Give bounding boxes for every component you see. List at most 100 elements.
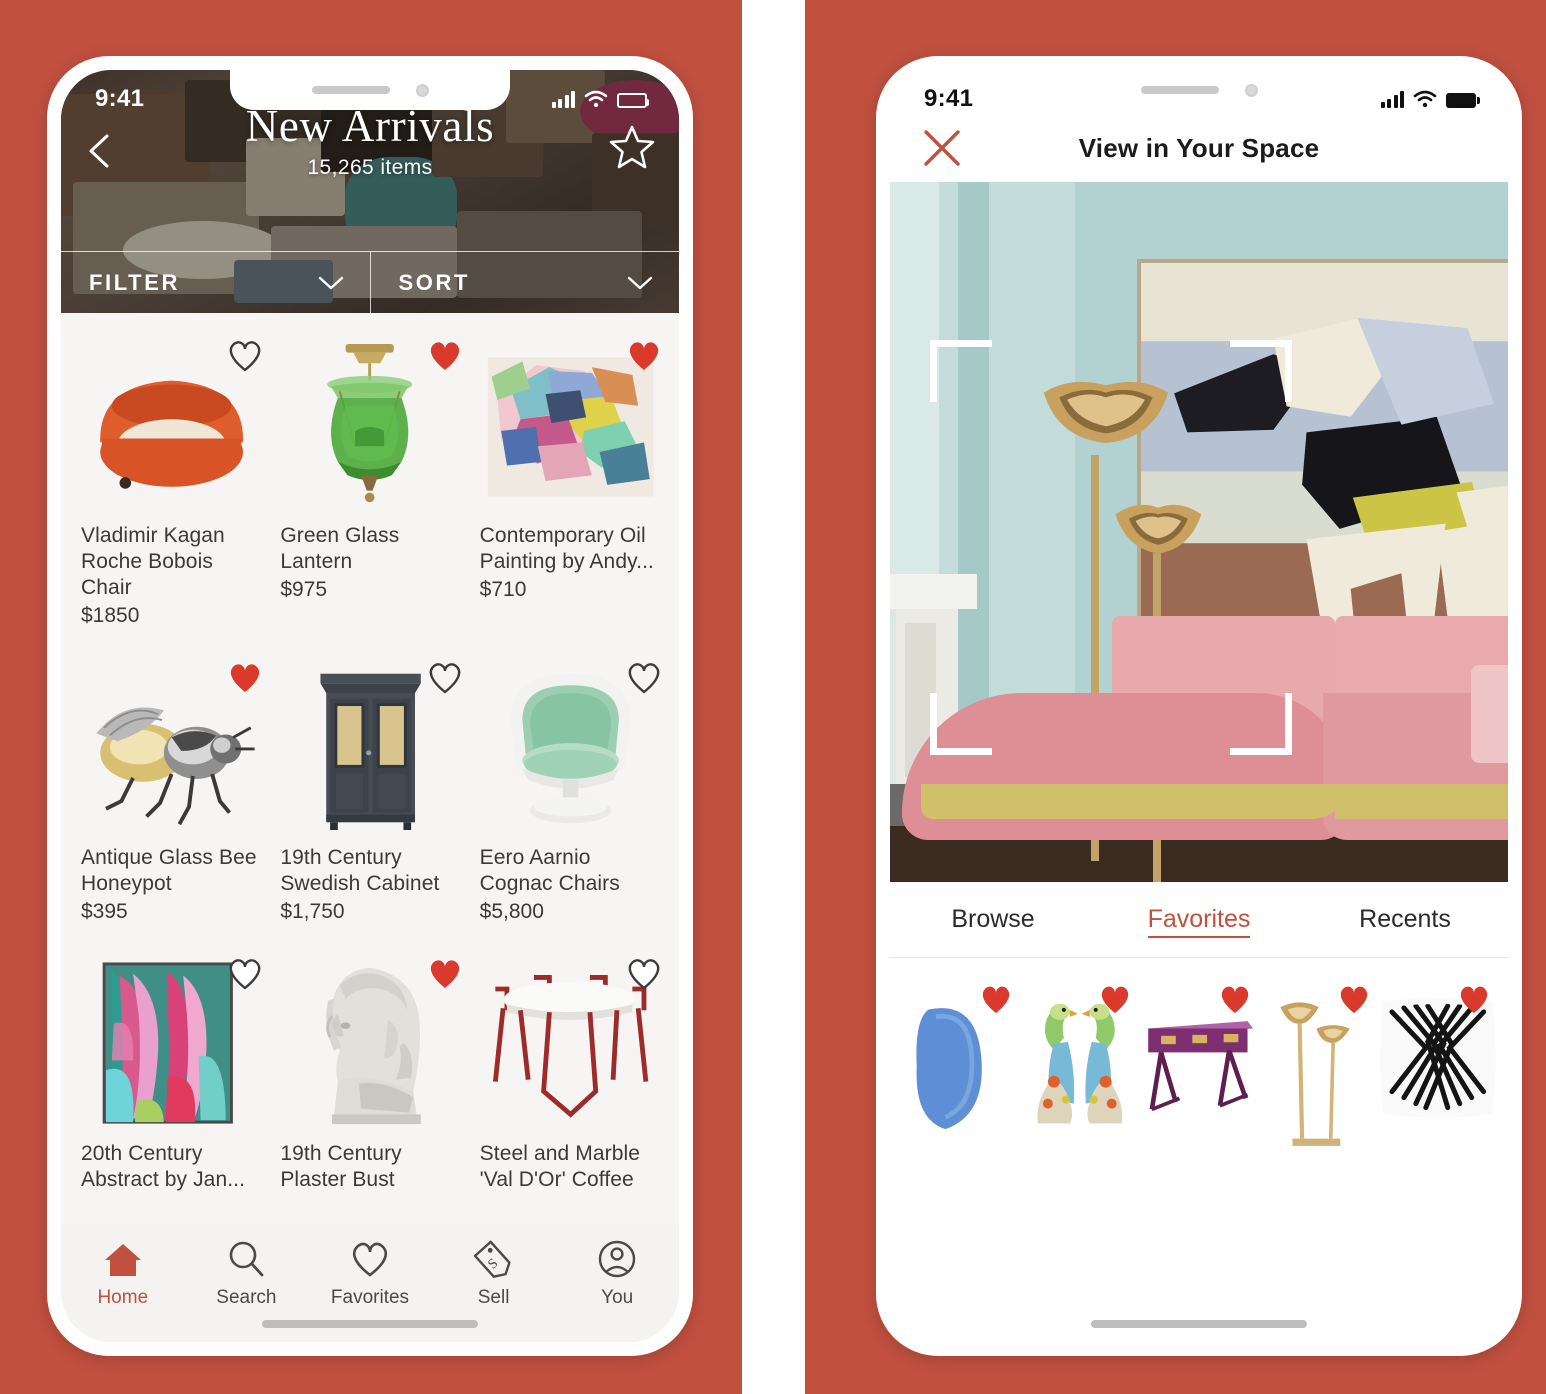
- product-name: Green Glass Lantern: [280, 524, 400, 573]
- status-time: 9:41: [95, 85, 145, 112]
- favorite-heart-icon[interactable]: [426, 337, 464, 373]
- product-card[interactable]: Contemporary Oil Painting by Andy... $71…: [470, 335, 669, 629]
- product-name: 19th Century Plaster Bust: [280, 1142, 402, 1191]
- product-price: $710: [479, 578, 527, 601]
- ar-camera-view[interactable]: [890, 182, 1508, 882]
- favorite-heart-icon[interactable]: [1217, 982, 1253, 1016]
- speaker-grille: [1140, 86, 1219, 94]
- product-card[interactable]: Green Glass Lantern $975: [270, 335, 469, 629]
- product-name: Eero Aarnio Cognac Chairs: [479, 846, 620, 895]
- ar-tab-label: Recents: [1359, 905, 1451, 933]
- product-price: $1,750: [280, 900, 345, 923]
- product-card[interactable]: Eero Aarnio Cognac Chairs $5,800: [470, 657, 669, 925]
- favorite-heart-icon[interactable]: [226, 659, 264, 695]
- ar-sofa-far-module: [1470, 665, 1508, 763]
- favorite-heart-icon[interactable]: [1456, 982, 1492, 1016]
- favorite-thumb[interactable]: [1020, 986, 1140, 1128]
- product-meta: Vladimir Kagan Roche Bobois Chair $1850: [79, 517, 262, 629]
- product-price: $5,800: [479, 900, 544, 923]
- favorite-thumb[interactable]: [1139, 986, 1259, 1128]
- favorite-thumb[interactable]: [1259, 986, 1379, 1146]
- home-indicator[interactable]: [1091, 1320, 1307, 1328]
- product-row: Antique Glass Bee Honeypot $395 19th Cen…: [61, 657, 679, 925]
- favorite-heart-icon[interactable]: [426, 955, 464, 991]
- product-name: 20th Century Abstract by Jan...: [81, 1142, 246, 1191]
- ar-brass-lamp-tall: [1038, 371, 1174, 455]
- ar-tab-label: Browse: [951, 905, 1035, 933]
- product-meta: 20th Century Abstract by Jan...: [79, 1135, 262, 1193]
- favorite-thumb[interactable]: [1378, 986, 1498, 1128]
- ar-tab-label: Favorites: [1147, 905, 1251, 938]
- tab-search[interactable]: Search: [185, 1238, 309, 1309]
- favorite-heart-icon[interactable]: [978, 982, 1014, 1016]
- cellular-bars-icon: [1380, 91, 1404, 108]
- product-row: Vladimir Kagan Roche Bobois Chair $1850: [61, 335, 679, 629]
- ar-mantel: [890, 574, 977, 609]
- product-card[interactable]: Vladimir Kagan Roche Bobois Chair $1850: [71, 335, 270, 629]
- favorite-collection-button[interactable]: [607, 122, 657, 172]
- ar-artwork-frame: [1137, 259, 1508, 658]
- screen-ar-view: View in Your Space Browse Favorites Rece…: [890, 70, 1508, 1342]
- tab-you[interactable]: You: [555, 1238, 679, 1309]
- battery-icon: [617, 93, 649, 108]
- tab-home[interactable]: Home: [61, 1238, 185, 1309]
- favorite-heart-icon[interactable]: [426, 659, 464, 695]
- favorite-heart-icon[interactable]: [226, 955, 264, 991]
- product-meta: Antique Glass Bee Honeypot $395: [79, 839, 262, 925]
- row-spacer: [61, 629, 679, 657]
- home-indicator[interactable]: [262, 1320, 478, 1328]
- battery-icon: [1446, 93, 1480, 108]
- chevron-left-icon: [89, 134, 109, 168]
- ar-corner-bracket-bottom-right: [1229, 693, 1292, 755]
- phone-right: View in Your Space Browse Favorites Rece…: [876, 56, 1522, 1356]
- favorite-heart-icon[interactable]: [625, 955, 663, 991]
- item-count: 15,265 items: [307, 156, 433, 179]
- ar-corner-bracket-top-right: [1229, 339, 1292, 402]
- filter-button[interactable]: FILTER: [61, 252, 370, 313]
- tab-favorites[interactable]: Favorites: [308, 1238, 432, 1309]
- notch: [230, 70, 510, 110]
- product-row: 20th Century Abstract by Jan... 19th Cen…: [61, 953, 679, 1194]
- favorite-heart-icon[interactable]: [1336, 982, 1372, 1016]
- heart-outline-icon: [349, 1238, 391, 1280]
- product-meta: Green Glass Lantern $975: [278, 517, 461, 603]
- favorite-heart-icon[interactable]: [625, 337, 663, 373]
- product-card[interactable]: 19th Century Swedish Cabinet $1,750: [270, 657, 469, 925]
- tab-sell[interactable]: S Sell: [432, 1238, 556, 1309]
- ar-tab-bar: Browse Favorites Recents: [890, 882, 1508, 958]
- ar-sofa-gold-base-left: [920, 784, 1348, 819]
- product-card[interactable]: 19th Century Plaster Bust: [270, 953, 469, 1194]
- product-card[interactable]: Steel and Marble 'Val D'Or' Coffee: [470, 953, 669, 1194]
- favorite-heart-icon[interactable]: [1097, 982, 1133, 1016]
- product-card[interactable]: Antique Glass Bee Honeypot $395: [71, 657, 270, 925]
- ar-tab-recents[interactable]: Recents: [1302, 905, 1508, 934]
- close-button[interactable]: [920, 126, 964, 170]
- favorite-thumb[interactable]: [900, 986, 1020, 1130]
- sort-button[interactable]: SORT: [369, 252, 680, 313]
- front-camera: [1244, 83, 1258, 97]
- product-grid[interactable]: Vladimir Kagan Roche Bobois Chair $1850: [61, 313, 679, 1342]
- favorites-strip[interactable]: [890, 958, 1508, 1158]
- wifi-icon: [584, 90, 608, 108]
- product-meta: Steel and Marble 'Val D'Or' Coffee: [478, 1135, 661, 1193]
- product-card[interactable]: 20th Century Abstract by Jan...: [71, 953, 270, 1194]
- favorite-heart-icon[interactable]: [226, 337, 264, 373]
- front-camera: [415, 83, 429, 97]
- status-time: 9:41: [924, 85, 974, 112]
- filter-label: FILTER: [89, 269, 180, 295]
- ar-corner-bracket-top-left: [930, 339, 993, 402]
- star-outline-icon: [609, 125, 655, 169]
- ar-tab-favorites[interactable]: Favorites: [1096, 905, 1302, 938]
- favorite-heart-icon[interactable]: [625, 659, 663, 695]
- product-meta: 19th Century Plaster Bust: [278, 1135, 461, 1193]
- tab-label: Home: [97, 1287, 149, 1308]
- product-meta: 19th Century Swedish Cabinet $1,750: [278, 839, 461, 925]
- price-tag-icon: S: [473, 1238, 515, 1280]
- product-price: $395: [81, 900, 128, 923]
- row-spacer: [61, 925, 679, 953]
- ar-tab-browse[interactable]: Browse: [890, 905, 1096, 934]
- product-name: Contemporary Oil Painting by Andy...: [479, 524, 654, 573]
- back-button[interactable]: [83, 130, 117, 172]
- cellular-bars-icon: [551, 91, 575, 108]
- background-gutter: [742, 0, 805, 1394]
